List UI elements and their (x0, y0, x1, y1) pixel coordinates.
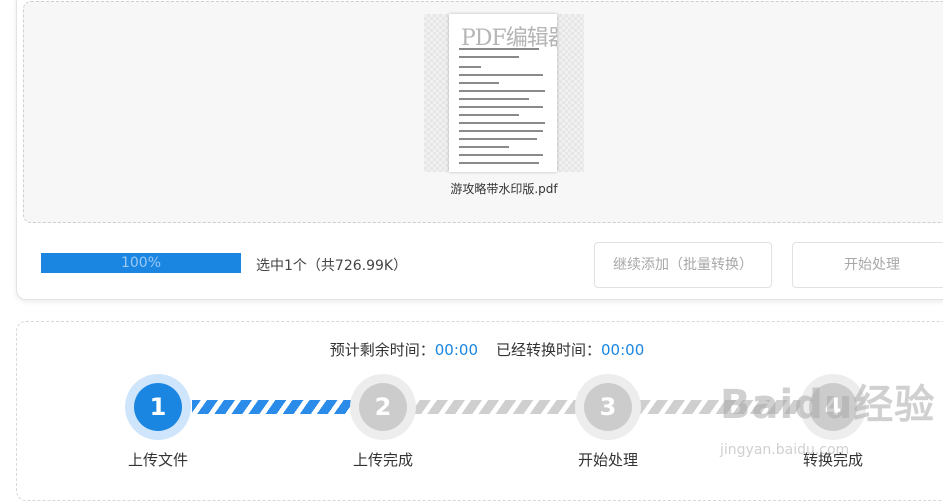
step-3: 3 (575, 374, 641, 440)
remaining-time-value: 00:00 (434, 341, 478, 359)
step-3-number: 3 (584, 383, 632, 431)
remaining-time-label: 预计剩余时间： (329, 341, 435, 359)
thumbnail-text-line (459, 48, 539, 50)
step-1-number: 1 (134, 383, 182, 431)
upload-card: PDF编辑器 游攻略带水印版.pdf 100% 选中1个（共726.99K） 继… (16, 0, 943, 300)
thumbnail-text-line (459, 146, 509, 148)
thumbnail-text-line (459, 90, 545, 92)
step-2: 2 (350, 374, 416, 440)
step-1: 1 (125, 374, 191, 440)
thumbnail-text-line (459, 82, 499, 84)
thumbnail-text-line (459, 98, 529, 100)
start-processing-button[interactable]: 开始处理 (792, 242, 943, 288)
thumbnail-text-line (459, 138, 537, 140)
progress-text: 100% (120, 255, 162, 271)
step-4-label: 转换完成 (802, 451, 863, 469)
add-more-button[interactable]: 继续添加（批量转换） (594, 242, 772, 288)
thumbnail-text-line (459, 130, 543, 132)
step-2-label: 上传完成 (352, 451, 413, 469)
time-status-row: 预计剩余时间：00:00 已经转换时间：00:00 (17, 339, 943, 360)
step-1-label: 上传文件 (127, 451, 188, 469)
thumbnail-text-line (459, 106, 543, 108)
step-connector (632, 400, 812, 414)
thumbnail-text-line (459, 74, 543, 76)
step-4: 4 (800, 374, 866, 440)
selection-summary: 选中1个（共726.99K） (256, 258, 408, 274)
thumbnail-text-line (459, 154, 543, 156)
step-3-label: 开始处理 (577, 451, 638, 469)
upload-progress-bar: 100% (41, 253, 241, 273)
file-drop-zone[interactable]: PDF编辑器 游攻略带水印版.pdf (23, 1, 943, 223)
step-2-number: 2 (359, 383, 407, 431)
thumbnail-text-line (459, 162, 539, 164)
thumbnail-text-line (459, 66, 481, 68)
step-connector (407, 400, 592, 414)
file-name: 游攻略带水印版.pdf (450, 182, 558, 196)
progress-steps-card: 预计剩余时间：00:00 已经转换时间：00:00 1 2 3 4 上传文件 上传… (16, 321, 943, 501)
step-connector-active (192, 400, 362, 414)
step-4-number: 4 (809, 383, 857, 431)
thumbnail-text-line (459, 114, 519, 116)
elapsed-time-value: 00:00 (601, 341, 645, 359)
pdf-thumbnail[interactable]: PDF编辑器 (449, 14, 557, 172)
thumbnail-text-line (459, 56, 519, 58)
thumbnail-text-line (459, 122, 545, 124)
elapsed-time-label: 已经转换时间： (496, 341, 602, 359)
